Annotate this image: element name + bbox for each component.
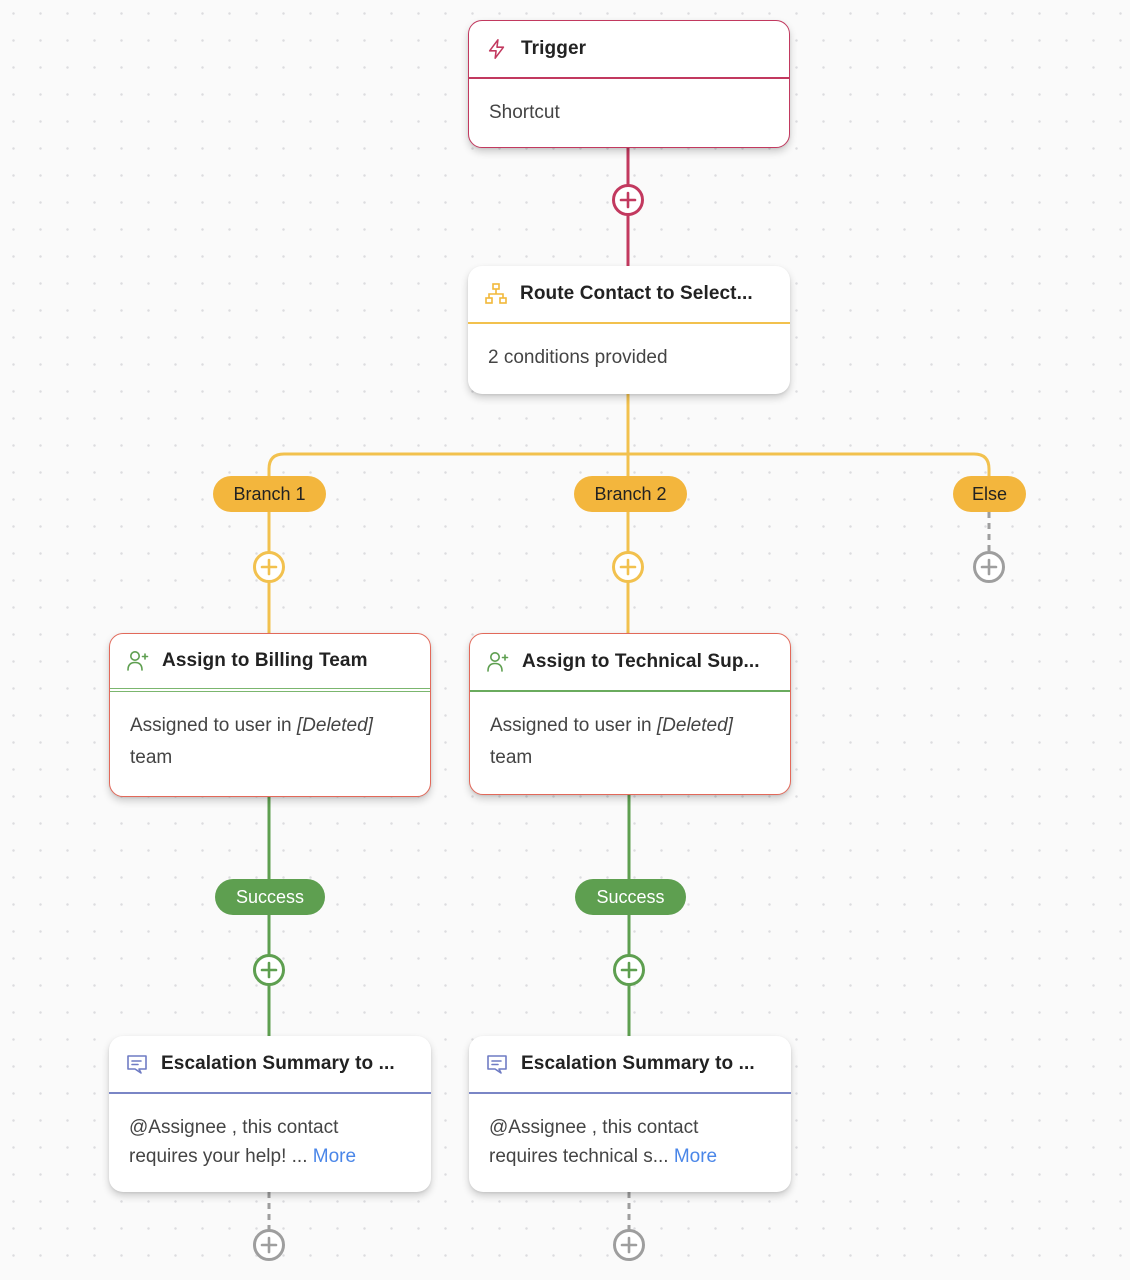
escalation-summary-2-node[interactable]: Escalation Summary to ... @Assignee , th…: [469, 1036, 791, 1192]
escalation-summary-2-body: @Assignee , this contact requires techni…: [469, 1094, 791, 1171]
hierarchy-icon: [484, 282, 508, 306]
assign-body-text: Assigned to user in: [490, 715, 657, 736]
route-node[interactable]: Route Contact to Select... 2 conditions …: [468, 266, 790, 394]
deleted-team-label: [Deleted]: [656, 715, 733, 736]
escalation-summary-2-title: Escalation Summary to ...: [521, 1053, 755, 1074]
user-plus-icon: [486, 650, 510, 674]
add-step-after-escalation-2-button[interactable]: [613, 1229, 645, 1261]
assign-technical-node-header: Assign to Technical Sup...: [470, 634, 790, 692]
trigger-node-body: Shortcut: [489, 102, 560, 123]
plus-icon: [619, 558, 637, 576]
assign-technical-support-node[interactable]: Assign to Technical Sup... Assigned to u…: [469, 633, 791, 795]
user-plus-icon: [126, 649, 150, 673]
add-step-after-assign-technical-button[interactable]: [613, 954, 645, 986]
more-link[interactable]: More: [674, 1146, 717, 1167]
assign-billing-node-body: Assigned to user in [Deleted] team: [110, 692, 430, 774]
lightning-icon: [485, 37, 509, 61]
message-icon: [485, 1052, 509, 1076]
else-branch-label[interactable]: Else: [953, 476, 1026, 512]
plus-icon: [620, 961, 638, 979]
plus-icon: [260, 961, 278, 979]
assign-billing-node[interactable]: Assign to Billing Team Assigned to user …: [109, 633, 431, 797]
trigger-node-title: Trigger: [521, 38, 587, 59]
escalation-summary-1-node[interactable]: Escalation Summary to ... @Assignee , th…: [109, 1036, 431, 1192]
assign-body-suffix: team: [130, 747, 173, 768]
plus-icon: [619, 191, 637, 209]
success-outcome-2-label[interactable]: Success: [575, 879, 686, 915]
route-node-title: Route Contact to Select...: [520, 283, 753, 304]
escalation-summary-1-title: Escalation Summary to ...: [161, 1053, 395, 1074]
branch-2-label[interactable]: Branch 2: [574, 476, 687, 512]
add-step-branch-1-button[interactable]: [253, 551, 285, 583]
message-preview-line: @Assignee , this contact: [129, 1117, 339, 1138]
plus-icon: [620, 1236, 638, 1254]
plus-icon: [980, 558, 998, 576]
add-step-else-button[interactable]: [973, 551, 1005, 583]
trigger-node-header: Trigger: [469, 21, 789, 79]
message-icon: [125, 1052, 149, 1076]
add-step-after-trigger-button[interactable]: [612, 184, 644, 216]
assign-billing-node-title: Assign to Billing Team: [162, 650, 368, 671]
assign-body-text: Assigned to user in: [130, 715, 297, 736]
assign-billing-node-header: Assign to Billing Team: [110, 634, 430, 692]
trigger-node[interactable]: Trigger Shortcut: [468, 20, 790, 148]
deleted-team-label: [Deleted]: [296, 715, 373, 736]
route-node-body: 2 conditions provided: [488, 347, 668, 368]
more-link[interactable]: More: [313, 1146, 356, 1167]
assign-body-suffix: team: [490, 747, 533, 768]
add-step-after-assign-billing-button[interactable]: [253, 954, 285, 986]
add-step-after-escalation-1-button[interactable]: [253, 1229, 285, 1261]
assign-technical-node-body: Assigned to user in [Deleted] team: [470, 692, 790, 774]
route-node-header: Route Contact to Select...: [468, 266, 790, 324]
escalation-summary-2-header: Escalation Summary to ...: [469, 1036, 791, 1094]
message-preview-line: requires technical s...: [489, 1146, 674, 1167]
escalation-summary-1-body: @Assignee , this contact requires your h…: [109, 1094, 431, 1171]
escalation-summary-1-header: Escalation Summary to ...: [109, 1036, 431, 1094]
message-preview-line: @Assignee , this contact: [489, 1117, 699, 1138]
assign-technical-node-title: Assign to Technical Sup...: [522, 651, 760, 672]
plus-icon: [260, 558, 278, 576]
success-outcome-1-label[interactable]: Success: [215, 879, 325, 915]
message-preview-line: requires your help! ...: [129, 1146, 313, 1167]
add-step-branch-2-button[interactable]: [612, 551, 644, 583]
branch-1-label[interactable]: Branch 1: [213, 476, 326, 512]
plus-icon: [260, 1236, 278, 1254]
